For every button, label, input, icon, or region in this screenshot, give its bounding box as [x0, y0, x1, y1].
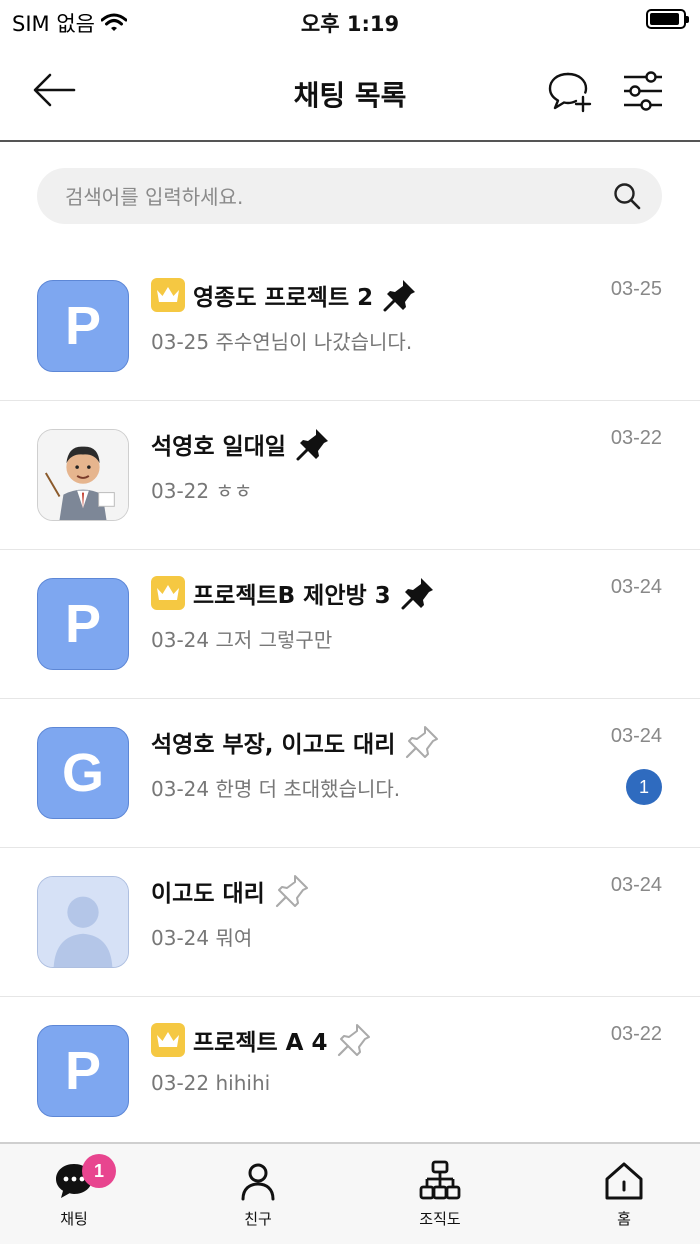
- pin-filled-icon[interactable]: [399, 574, 437, 612]
- default-profile-avatar: [37, 876, 129, 968]
- chat-row[interactable]: 석영호 일대일 03-22 ㅎㅎ 03-22: [0, 401, 700, 550]
- filter-settings-icon[interactable]: [620, 68, 666, 114]
- room-avatar: P: [37, 578, 129, 670]
- tab-chat-label: 채팅: [60, 1210, 88, 1228]
- last-message-date: 03-24: [610, 725, 662, 747]
- bottom-tab-bar: 채팅 1 친구 조직도 홈: [0, 1142, 700, 1244]
- header: 채팅 목록: [0, 40, 700, 142]
- last-message-preview: 03-24 뭐여: [151, 926, 253, 950]
- pin-outline-icon[interactable]: [335, 1021, 373, 1059]
- org-chart-icon: [419, 1160, 461, 1200]
- chat-row[interactable]: P 프로젝트B 제안방 3 03-24 그저 그렇구만 03-24: [0, 550, 700, 699]
- chat-title-line: 영종도 프로젝트 2: [151, 278, 419, 312]
- last-message-date: 03-25: [610, 278, 662, 300]
- room-avatar: P: [37, 1025, 129, 1117]
- chat-row[interactable]: G 석영호 부장, 이고도 대리 03-24 한명 더 초대했습니다. 03-24 1: [0, 699, 700, 848]
- last-message-preview: 03-24 그저 그렇구만: [151, 628, 333, 652]
- chat-row[interactable]: 이고도 대리 03-24 뭐여 03-24: [0, 848, 700, 997]
- chat-row[interactable]: P 영종도 프로젝트 2 03-25 주수연님이 나갔습니다. 03-25: [0, 252, 700, 401]
- chat-title-line: 프로젝트 A 4: [151, 1023, 373, 1057]
- unread-count-badge: 1: [626, 769, 662, 805]
- crown-icon: [151, 278, 185, 312]
- chat-name: 석영호 일대일: [151, 434, 286, 460]
- status-bar: SIM 없음 오후 1:19: [0, 0, 700, 40]
- search-icon[interactable]: [612, 181, 642, 211]
- crown-icon: [151, 576, 185, 610]
- chat-row[interactable]: P 프로젝트 A 4 03-22 hihihi 03-22: [0, 997, 700, 1146]
- chat-list: P 영종도 프로젝트 2 03-25 주수연님이 나갔습니다. 03-25 석영호 일대…: [0, 252, 700, 1146]
- last-message-preview: 03-24 한명 더 초대했습니다.: [151, 777, 401, 801]
- profile-photo-avatar: [37, 429, 129, 521]
- chat-title-line: 프로젝트B 제안방 3: [151, 576, 437, 610]
- status-time: 오후 1:19: [300, 12, 400, 36]
- pin-outline-icon[interactable]: [273, 872, 311, 910]
- tab-org-chart-label: 조직도: [419, 1210, 461, 1228]
- last-message-preview: 03-25 주수연님이 나갔습니다.: [151, 330, 413, 354]
- new-chat-icon[interactable]: [546, 68, 592, 114]
- crown-icon: [151, 1023, 185, 1057]
- tab-friends-label: 친구: [244, 1210, 272, 1228]
- tab-org-chart[interactable]: 조직도: [390, 1160, 490, 1229]
- person-icon: [241, 1163, 275, 1201]
- pin-filled-icon[interactable]: [381, 276, 419, 314]
- tab-chat[interactable]: 채팅 1: [24, 1154, 124, 1229]
- chat-name: 영종도 프로젝트 2: [193, 285, 374, 311]
- page-title: 채팅 목록: [293, 79, 407, 112]
- room-avatar: G: [37, 727, 129, 819]
- chat-name: 프로젝트B 제안방 3: [193, 583, 391, 609]
- pin-filled-icon[interactable]: [294, 425, 332, 463]
- battery-icon: [646, 9, 689, 29]
- chat-title-line: 석영호 부장, 이고도 대리: [151, 725, 441, 759]
- chat-name: 석영호 부장, 이고도 대리: [151, 732, 396, 758]
- tab-home[interactable]: 홈: [574, 1160, 674, 1229]
- tab-friends[interactable]: 친구: [208, 1160, 308, 1229]
- last-message-date: 03-22: [610, 1023, 662, 1045]
- last-message-preview: 03-22 hihihi: [151, 1071, 271, 1095]
- room-avatar: P: [37, 280, 129, 372]
- last-message-date: 03-22: [610, 427, 662, 449]
- search-bar: [37, 168, 662, 226]
- chat-name: 프로젝트 A 4: [193, 1030, 328, 1056]
- last-message-date: 03-24: [610, 874, 662, 896]
- chat-title-line: 이고도 대리: [151, 874, 311, 908]
- search-input[interactable]: [63, 168, 607, 226]
- home-icon: [605, 1162, 643, 1200]
- tab-home-label: 홈: [617, 1210, 631, 1228]
- last-message-date: 03-24: [610, 576, 662, 598]
- chat-title-line: 석영호 일대일: [151, 427, 332, 461]
- chat-unread-badge: 1: [82, 1154, 116, 1188]
- chat-name: 이고도 대리: [151, 881, 265, 907]
- last-message-preview: 03-22 ㅎㅎ: [151, 479, 253, 503]
- pin-outline-icon[interactable]: [403, 723, 441, 761]
